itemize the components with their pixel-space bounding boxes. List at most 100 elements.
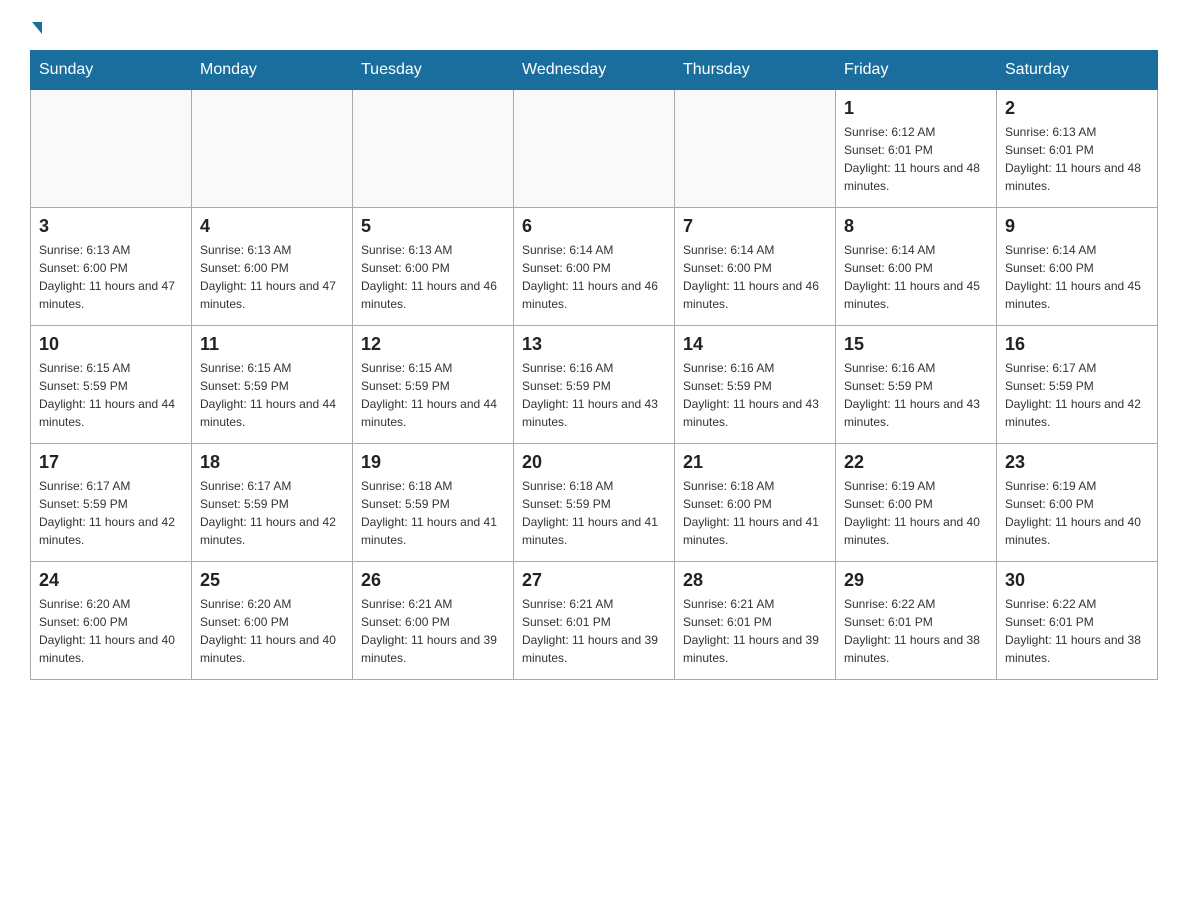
calendar-day-cell: 4Sunrise: 6:13 AM Sunset: 6:00 PM Daylig…	[192, 208, 353, 326]
day-number: 14	[683, 334, 827, 355]
calendar-day-cell: 7 Sunrise: 6:14 AM Sunset: 6:00 PM Daylig…	[675, 208, 836, 326]
day-of-week-header: Tuesday	[353, 51, 514, 90]
calendar-day-cell: 23 Sunrise: 6:19 AM Sunset: 6:00 PM Dayli…	[997, 444, 1158, 562]
calendar-day-cell: 20 Sunrise: 6:18 AM Sunset: 5:59 PM Dayli…	[514, 444, 675, 562]
calendar-day-cell: 16 Sunrise: 6:17 AM Sunset: 5:59 PM Dayli…	[997, 326, 1158, 444]
day-number: 22	[844, 452, 988, 473]
logo-general-text	[30, 20, 42, 34]
day-of-week-header: Friday	[836, 51, 997, 90]
calendar-week-row: 17 Sunrise: 6:17 AM Sunset: 5:59 PM Dayli…	[31, 444, 1158, 562]
calendar-day-cell: 10 Sunrise: 6:15 AM Sunset: 5:59 PM Dayli…	[31, 326, 192, 444]
calendar-day-cell: 12 Sunrise: 6:15 AM Sunset: 5:59 PM Dayli…	[353, 326, 514, 444]
calendar-day-cell: 21 Sunrise: 6:18 AM Sunset: 6:00 PM Dayli…	[675, 444, 836, 562]
day-of-week-header: Monday	[192, 51, 353, 90]
day-number: 9	[1005, 216, 1149, 237]
calendar-day-cell: 5 Sunrise: 6:13 AM Sunset: 6:00 PM Daylig…	[353, 208, 514, 326]
day-number: 23	[1005, 452, 1149, 473]
day-info: Sunrise: 6:20 AM Sunset: 6:00 PM Dayligh…	[39, 595, 183, 667]
calendar-day-cell: 9 Sunrise: 6:14 AM Sunset: 6:00 PM Daylig…	[997, 208, 1158, 326]
day-info: Sunrise: 6:13 AM Sunset: 6:00 PM Dayligh…	[361, 241, 505, 313]
calendar-week-row: 3 Sunrise: 6:13 AM Sunset: 6:00 PM Daylig…	[31, 208, 1158, 326]
calendar-day-cell: 25 Sunrise: 6:20 AM Sunset: 6:00 PM Dayli…	[192, 562, 353, 680]
day-info: Sunrise: 6:15 AM Sunset: 5:59 PM Dayligh…	[361, 359, 505, 431]
calendar-day-cell: 3Sunrise: 6:13 AM Sunset: 6:00 PM Daylig…	[31, 208, 192, 326]
day-number: 29	[844, 570, 988, 591]
calendar-day-cell: 2 Sunrise: 6:13 AM Sunset: 6:01 PM Daylig…	[997, 90, 1158, 208]
page-header	[30, 20, 1158, 30]
day-number: 3	[39, 216, 183, 237]
day-info: Sunrise: 6:14 AM Sunset: 6:00 PM Dayligh…	[683, 241, 827, 313]
calendar-day-cell: 15 Sunrise: 6:16 AM Sunset: 5:59 PM Dayli…	[836, 326, 997, 444]
calendar-day-cell: 29 Sunrise: 6:22 AM Sunset: 6:01 PM Dayli…	[836, 562, 997, 680]
day-number: 8	[844, 216, 988, 237]
day-number: 16	[1005, 334, 1149, 355]
calendar-day-cell: 28 Sunrise: 6:21 AM Sunset: 6:01 PM Dayli…	[675, 562, 836, 680]
day-number: 30	[1005, 570, 1149, 591]
calendar-day-cell: 8 Sunrise: 6:14 AM Sunset: 6:00 PM Daylig…	[836, 208, 997, 326]
day-info: Sunrise: 6:21 AM Sunset: 6:00 PM Dayligh…	[361, 595, 505, 667]
day-info: Sunrise: 6:14 AM Sunset: 6:00 PM Dayligh…	[844, 241, 988, 313]
day-info: Sunrise: 6:14 AM Sunset: 6:00 PM Dayligh…	[1005, 241, 1149, 313]
calendar-day-cell: 24Sunrise: 6:20 AM Sunset: 6:00 PM Dayli…	[31, 562, 192, 680]
day-info: Sunrise: 6:18 AM Sunset: 6:00 PM Dayligh…	[683, 477, 827, 549]
day-number: 25	[200, 570, 344, 591]
day-of-week-header: Saturday	[997, 51, 1158, 90]
day-info: Sunrise: 6:13 AM Sunset: 6:00 PM Dayligh…	[200, 241, 344, 313]
day-number: 5	[361, 216, 505, 237]
calendar-day-cell: 11 Sunrise: 6:15 AM Sunset: 5:59 PM Dayli…	[192, 326, 353, 444]
calendar-table: SundayMondayTuesdayWednesdayThursdayFrid…	[30, 50, 1158, 680]
calendar-day-cell	[31, 90, 192, 208]
calendar-day-cell: 27 Sunrise: 6:21 AM Sunset: 6:01 PM Dayli…	[514, 562, 675, 680]
day-info: Sunrise: 6:19 AM Sunset: 6:00 PM Dayligh…	[1005, 477, 1149, 549]
day-of-week-header: Sunday	[31, 51, 192, 90]
day-number: 27	[522, 570, 666, 591]
calendar-day-cell: 18Sunrise: 6:17 AM Sunset: 5:59 PM Dayli…	[192, 444, 353, 562]
day-info: Sunrise: 6:16 AM Sunset: 5:59 PM Dayligh…	[522, 359, 666, 431]
day-of-week-header: Thursday	[675, 51, 836, 90]
day-number: 17	[39, 452, 183, 473]
calendar-day-cell: 22 Sunrise: 6:19 AM Sunset: 6:00 PM Dayli…	[836, 444, 997, 562]
day-info: Sunrise: 6:20 AM Sunset: 6:00 PM Dayligh…	[200, 595, 344, 667]
logo	[30, 20, 42, 30]
day-info: Sunrise: 6:16 AM Sunset: 5:59 PM Dayligh…	[683, 359, 827, 431]
day-info: Sunrise: 6:12 AM Sunset: 6:01 PM Dayligh…	[844, 123, 988, 195]
calendar-day-cell: 19Sunrise: 6:18 AM Sunset: 5:59 PM Dayli…	[353, 444, 514, 562]
day-info: Sunrise: 6:16 AM Sunset: 5:59 PM Dayligh…	[844, 359, 988, 431]
day-info: Sunrise: 6:22 AM Sunset: 6:01 PM Dayligh…	[844, 595, 988, 667]
day-number: 2	[1005, 98, 1149, 119]
calendar-header-row: SundayMondayTuesdayWednesdayThursdayFrid…	[31, 51, 1158, 90]
calendar-day-cell: 30 Sunrise: 6:22 AM Sunset: 6:01 PM Dayli…	[997, 562, 1158, 680]
calendar-day-cell	[353, 90, 514, 208]
calendar-day-cell: 6Sunrise: 6:14 AM Sunset: 6:00 PM Daylig…	[514, 208, 675, 326]
day-number: 21	[683, 452, 827, 473]
day-number: 15	[844, 334, 988, 355]
calendar-day-cell: 1 Sunrise: 6:12 AM Sunset: 6:01 PM Daylig…	[836, 90, 997, 208]
calendar-week-row: 1 Sunrise: 6:12 AM Sunset: 6:01 PM Daylig…	[31, 90, 1158, 208]
calendar-day-cell: 14 Sunrise: 6:16 AM Sunset: 5:59 PM Dayli…	[675, 326, 836, 444]
day-number: 19	[361, 452, 505, 473]
day-info: Sunrise: 6:21 AM Sunset: 6:01 PM Dayligh…	[683, 595, 827, 667]
day-number: 10	[39, 334, 183, 355]
calendar-day-cell	[192, 90, 353, 208]
day-number: 1	[844, 98, 988, 119]
day-info: Sunrise: 6:17 AM Sunset: 5:59 PM Dayligh…	[1005, 359, 1149, 431]
calendar-day-cell: 13 Sunrise: 6:16 AM Sunset: 5:59 PM Dayli…	[514, 326, 675, 444]
day-of-week-header: Wednesday	[514, 51, 675, 90]
day-info: Sunrise: 6:17 AM Sunset: 5:59 PM Dayligh…	[39, 477, 183, 549]
day-number: 20	[522, 452, 666, 473]
day-number: 12	[361, 334, 505, 355]
day-number: 11	[200, 334, 344, 355]
calendar-day-cell	[675, 90, 836, 208]
day-info: Sunrise: 6:18 AM Sunset: 5:59 PM Dayligh…	[522, 477, 666, 549]
day-info: Sunrise: 6:22 AM Sunset: 6:01 PM Dayligh…	[1005, 595, 1149, 667]
day-info: Sunrise: 6:21 AM Sunset: 6:01 PM Dayligh…	[522, 595, 666, 667]
day-number: 6	[522, 216, 666, 237]
day-info: Sunrise: 6:19 AM Sunset: 6:00 PM Dayligh…	[844, 477, 988, 549]
day-number: 28	[683, 570, 827, 591]
day-number: 7	[683, 216, 827, 237]
day-number: 13	[522, 334, 666, 355]
calendar-day-cell: 17 Sunrise: 6:17 AM Sunset: 5:59 PM Dayli…	[31, 444, 192, 562]
day-info: Sunrise: 6:15 AM Sunset: 5:59 PM Dayligh…	[200, 359, 344, 431]
day-info: Sunrise: 6:13 AM Sunset: 6:01 PM Dayligh…	[1005, 123, 1149, 195]
day-info: Sunrise: 6:15 AM Sunset: 5:59 PM Dayligh…	[39, 359, 183, 431]
